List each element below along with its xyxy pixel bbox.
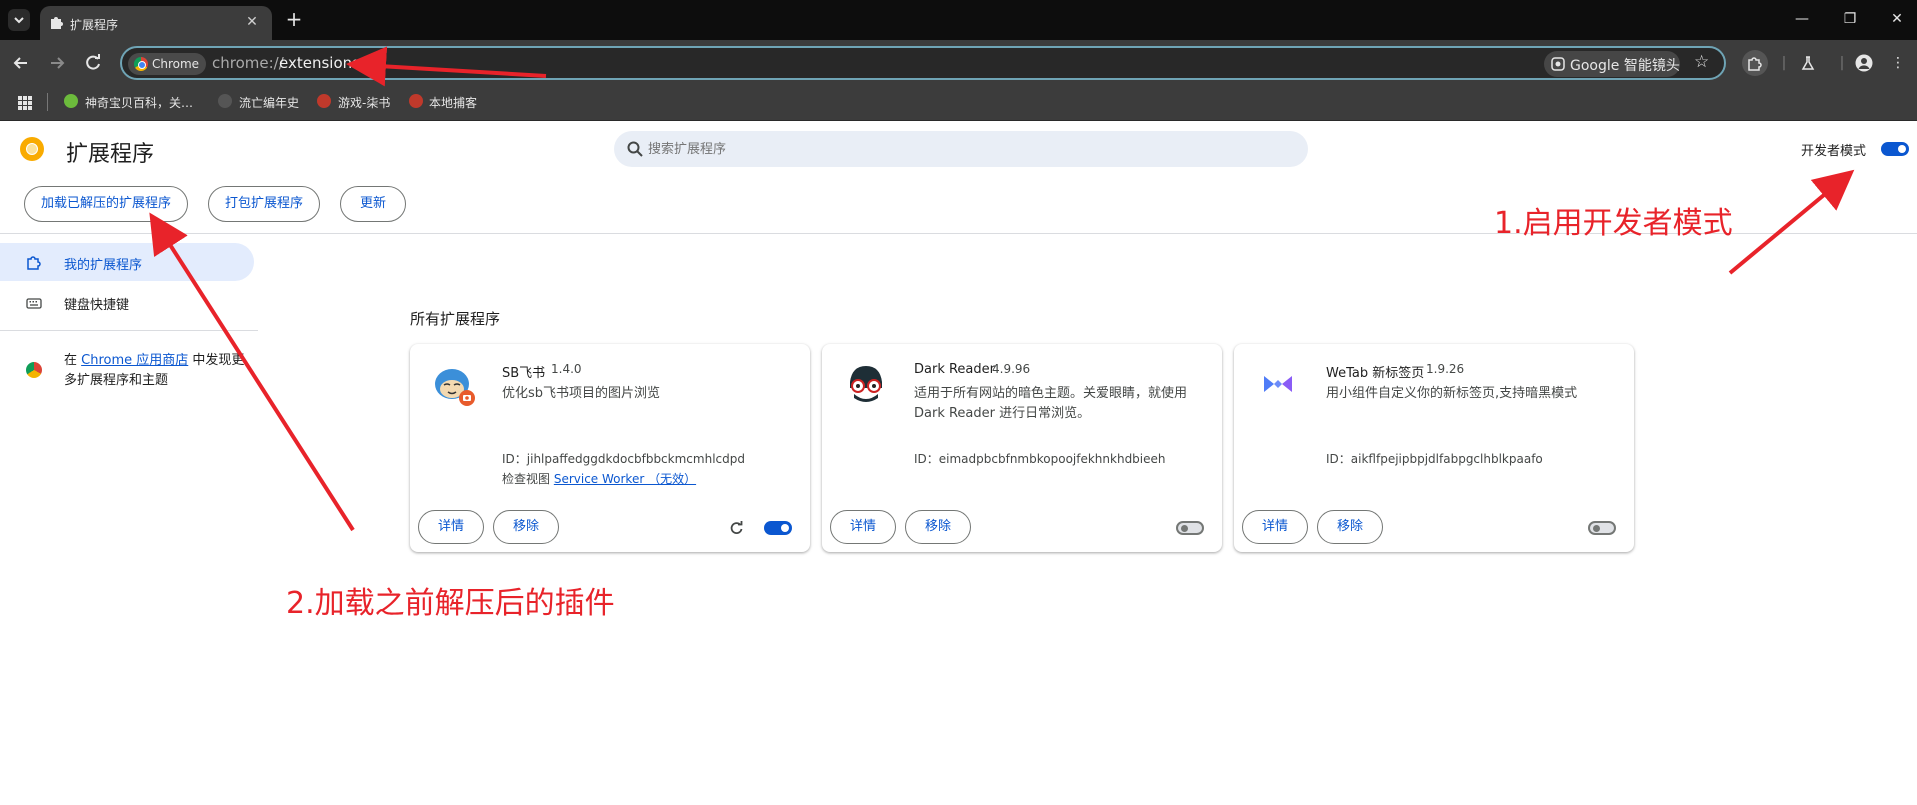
bookmark-favicon-icon (218, 94, 232, 108)
bookmark-favicon-icon (64, 94, 78, 108)
new-tab-button[interactable]: + (283, 8, 305, 30)
lens-label: Google 智能镜头 (1570, 58, 1680, 74)
inspect-label: 检查视图 (502, 472, 554, 486)
forward-arrow-icon[interactable] (44, 50, 70, 76)
extension-enable-toggle[interactable] (1176, 521, 1204, 535)
extension-id: ID：eimadpbcbfnmbkopoojfekhnkhdbieeh (914, 452, 1166, 466)
details-button[interactable]: 详情 (830, 510, 896, 544)
bookmarks-divider (47, 93, 48, 111)
extension-version: 4.9.96 (992, 362, 1031, 376)
minimize-icon[interactable]: — (1791, 8, 1813, 30)
chrome-logo-icon (134, 57, 148, 71)
toolbar-divider: | (1781, 55, 1787, 71)
keyboard-icon (26, 298, 42, 309)
developer-mode-label: 开发者模式 (1801, 144, 1867, 159)
extension-name: WeTab 新标签页 (1326, 366, 1425, 381)
extension-version: 1.9.26 (1426, 362, 1465, 376)
extension-enable-toggle[interactable] (764, 521, 792, 535)
bookmark-item[interactable]: 神奇宝贝百科，关… (85, 94, 193, 111)
bookmark-star-icon[interactable]: ☆ (1694, 52, 1709, 72)
sidebar-item-my-extensions[interactable]: 我的扩展程序 (0, 243, 254, 281)
extension-id: ID：aikflfpejipbpjdlfabpgclhblkpaafo (1326, 452, 1543, 466)
bookmark-favicon-icon (317, 94, 331, 108)
bookmark-item[interactable]: 游戏-柒书 (338, 94, 390, 111)
extension-id: ID：jihlpaffedggdkdocbfbbckmcmhlcdpd (502, 452, 745, 466)
site-info-chip[interactable]: Chrome (128, 53, 206, 75)
back-arrow-icon[interactable] (8, 50, 34, 76)
bookmark-item[interactable]: 本地捕客 (429, 94, 477, 111)
service-worker-link[interactable]: Service Worker （无效） (554, 472, 696, 486)
extension-enable-toggle[interactable] (1588, 521, 1616, 535)
labs-flask-icon[interactable] (1795, 50, 1821, 76)
reload-icon[interactable] (80, 50, 106, 76)
sidebar-divider (0, 330, 258, 331)
search-input[interactable] (648, 131, 1288, 167)
remove-button[interactable]: 移除 (1317, 510, 1383, 544)
bookmark-favicon-icon (409, 94, 423, 108)
url-scheme: chrome:// (212, 54, 284, 72)
window-close-icon[interactable]: ✕ (1886, 8, 1908, 30)
extension-card: SB飞书 1.4.0 优化sb飞书项目的图片浏览 ID：jihlpaffedgg… (410, 344, 810, 552)
extension-version: 1.4.0 (551, 362, 582, 376)
details-button[interactable]: 详情 (418, 510, 484, 544)
lens-icon (1551, 57, 1565, 71)
tab-close-icon[interactable]: ✕ (242, 12, 262, 32)
search-bar[interactable] (614, 131, 1308, 167)
developer-mode-toggle[interactable] (1881, 142, 1909, 156)
puzzle-icon (51, 17, 63, 29)
details-button[interactable]: 详情 (1242, 510, 1308, 544)
apps-grid-icon[interactable] (17, 95, 33, 115)
extension-card: Dark Reader 4.9.96 适用于所有网站的暗色主题。关爱眼睛，就使用… (822, 344, 1222, 552)
tab-search-button[interactable] (8, 9, 30, 31)
puzzle-icon (27, 256, 41, 270)
sidebar-item-label: 我的扩展程序 (64, 258, 143, 273)
section-title: 所有扩展程序 (410, 310, 501, 328)
bookmark-item[interactable]: 流亡编年史 (239, 94, 299, 111)
bookmarks-bar: 神奇宝贝百科，关… 流亡编年史 游戏-柒书 本地捕客 (0, 86, 1917, 121)
annotation-step-1: 1.启用开发者模式 (1494, 206, 1733, 241)
remove-button[interactable]: 移除 (493, 510, 559, 544)
profile-avatar-icon[interactable] (1851, 50, 1877, 76)
annotation-step-2: 2.加载之前解压后的插件 (286, 586, 615, 621)
update-button[interactable]: 更新 (340, 186, 406, 222)
reload-extension-icon[interactable] (728, 520, 744, 536)
restore-icon[interactable]: ❐ (1839, 8, 1861, 30)
inspect-views: 检查视图 Service Worker （无效） (502, 470, 696, 487)
tab-strip: 扩展程序 ✕ + — ❐ ✕ (0, 0, 1917, 40)
pack-extension-button[interactable]: 打包扩展程序 (208, 186, 320, 222)
menu-kebab-icon[interactable]: ⋮ (1885, 50, 1911, 76)
extensions-puzzle-icon[interactable] (1742, 50, 1768, 76)
extension-name: SB飞书 (502, 366, 546, 381)
arrow-to-developer-toggle (1728, 169, 1855, 275)
tab-extensions[interactable]: 扩展程序 ✕ (40, 6, 272, 40)
dark-reader-icon (850, 366, 882, 402)
browser-toolbar: Chrome chrome:// extensions Google 智能镜头 … (0, 40, 1917, 86)
extension-name: Dark Reader (914, 362, 995, 377)
google-lens-button[interactable]: Google 智能镜头 (1544, 51, 1680, 77)
cat-camera-icon (435, 369, 475, 406)
sidebar-item-keyboard-shortcuts[interactable]: 键盘快捷键 (0, 283, 254, 321)
chevron-down-icon (14, 17, 24, 24)
wetab-icon (1264, 376, 1292, 392)
extension-description: 用小组件自定义你的新标签页,支持暗黑模式 (1326, 386, 1578, 401)
web-store-promo: 在 Chrome 应用商店 中发现更多扩展程序和主题 (64, 351, 254, 391)
extension-card: WeTab 新标签页 1.9.26 用小组件自定义你的新标签页,支持暗黑模式 I… (1234, 344, 1634, 552)
sidebar-item-label: 键盘快捷键 (64, 298, 130, 313)
web-store-icon (26, 362, 42, 378)
remove-button[interactable]: 移除 (905, 510, 971, 544)
web-store-link[interactable]: Chrome 应用商店 (81, 353, 188, 368)
extensions-logo-icon (20, 137, 44, 161)
extension-description: 适用于所有网站的暗色主题。关爱眼睛，就使用 Dark Reader 进行日常浏览… (914, 386, 1188, 421)
load-unpacked-button[interactable]: 加载已解压的扩展程序 (24, 186, 188, 222)
extension-description: 优化sb飞书项目的图片浏览 (502, 386, 661, 401)
url-host: extensions (279, 54, 360, 72)
page-title: 扩展程序 (66, 142, 155, 167)
store-prefix: 在 (64, 353, 82, 368)
tab-title: 扩展程序 (70, 18, 119, 32)
search-icon (627, 141, 643, 157)
address-bar[interactable]: Chrome chrome:// extensions Google 智能镜头 … (120, 46, 1726, 80)
chip-label: Chrome (152, 57, 200, 71)
